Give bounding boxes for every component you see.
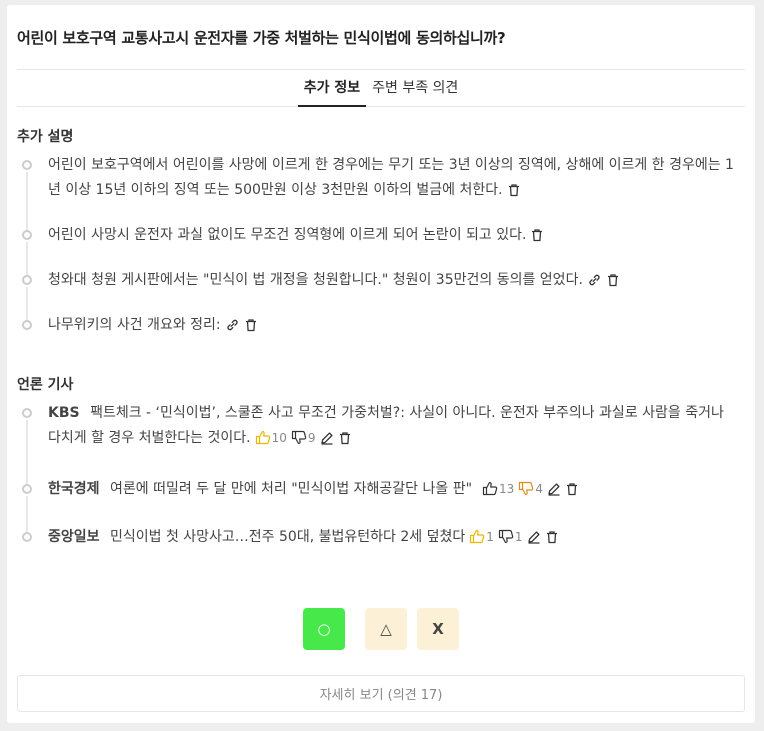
list-item: 나무위키의 사건 개요와 정리: xyxy=(17,313,735,343)
pencil-icon[interactable] xyxy=(547,482,561,496)
question-card: 어린이 보호구역 교통사고시 운전자를 가중 처벌하는 민식이법에 동의하십니까… xyxy=(7,5,755,723)
vote-neutral-button[interactable]: △ xyxy=(365,608,407,650)
extra-item-text: 어린이 사망시 운전자 과실 없이도 무조건 징역형에 이르게 되어 논란이 되… xyxy=(48,227,527,243)
thumbs-down-icon[interactable] xyxy=(518,481,534,496)
news-source: KBS xyxy=(48,405,80,421)
thumbs-up-icon[interactable] xyxy=(482,481,498,496)
link-icon[interactable] xyxy=(225,318,240,332)
like-count: 1 xyxy=(486,530,494,544)
trash-icon[interactable] xyxy=(244,318,258,332)
trash-icon[interactable] xyxy=(545,530,559,544)
tab-extra-info[interactable]: 추가 정보 xyxy=(297,69,367,107)
extra-item-text: 나무위키의 사건 개요와 정리: xyxy=(48,317,221,333)
timeline-dot xyxy=(22,230,32,240)
list-item: 중앙일보 민식이법 첫 사망사고…전주 50대, 불법유턴하다 2세 덮쳤다 1 1 xyxy=(17,525,735,555)
trash-icon[interactable] xyxy=(530,228,544,242)
dislike-count: 4 xyxy=(535,482,543,496)
trash-icon[interactable] xyxy=(606,273,620,287)
extra-item-text: 어린이 보호구역에서 어린이를 사망에 이르게 한 경우에는 무기 또는 3년 … xyxy=(48,157,734,198)
timeline-dot xyxy=(22,532,32,542)
extra-section-title: 추가 설명 xyxy=(17,129,74,145)
thumbs-up-icon[interactable] xyxy=(469,529,485,544)
dislike-count: 1 xyxy=(514,530,523,544)
news-source: 한국경제 xyxy=(48,481,100,497)
list-item: 청와대 청원 게시판에서는 "민식이 법 개정을 청원합니다." 청원이 35만… xyxy=(17,268,735,325)
link-icon[interactable] xyxy=(587,273,602,287)
news-headline[interactable]: 민식이법 첫 사망사고…전주 50대, 불법유턴하다 2세 덮쳤다 xyxy=(110,529,465,545)
trash-icon[interactable] xyxy=(507,183,521,197)
vote-disagree-button[interactable]: X xyxy=(417,608,459,650)
news-section-title: 언론 기사 xyxy=(17,377,74,393)
list-item: 한국경제 여론에 떠밀려 두 달 만에 처리 "민식이법 자해공갈단 나올 판"… xyxy=(17,477,735,537)
news-timeline: KBS 팩트체크 - ‘민식이법’, 스쿨존 사고 무조건 가중처벌?: 사실이… xyxy=(17,401,735,555)
vote-agree-button[interactable]: ○ xyxy=(303,608,345,650)
question-title: 어린이 보호구역 교통사고시 운전자를 가중 처벌하는 민식이법에 동의하십니까… xyxy=(17,29,506,47)
pencil-icon[interactable] xyxy=(527,530,541,544)
like-count: 10 xyxy=(271,431,287,445)
news-headline[interactable]: 팩트체크 - ‘민식이법’, 스쿨존 사고 무조건 가중처벌?: 사실이 아니다… xyxy=(48,405,724,446)
news-source: 중앙일보 xyxy=(48,529,100,545)
timeline-dot xyxy=(22,484,32,494)
dislike-count: 9 xyxy=(307,431,316,445)
trash-icon[interactable] xyxy=(565,482,579,496)
timeline-dot xyxy=(22,408,32,418)
list-item: 어린이 사망시 운전자 과실 없이도 무조건 징역형에 이르게 되어 논란이 되… xyxy=(17,223,735,280)
news-headline[interactable]: 여론에 떠밀려 두 달 만에 처리 "민식이법 자해공갈단 나올 판" xyxy=(110,481,472,497)
trash-icon[interactable] xyxy=(338,431,352,445)
thumbs-down-icon[interactable] xyxy=(498,529,514,544)
vote-buttons: ○ △ X xyxy=(7,608,755,650)
like-count: 13 xyxy=(499,482,515,496)
thumbs-up-icon[interactable] xyxy=(255,430,271,445)
timeline-dot xyxy=(22,160,32,170)
tab-nearby-opinions[interactable]: 주변 부족 의견 xyxy=(366,69,464,107)
list-item: 어린이 보호구역에서 어린이를 사망에 이르게 한 경우에는 무기 또는 3년 … xyxy=(17,153,735,235)
list-item: KBS 팩트체크 - ‘민식이법’, 스쿨존 사고 무조건 가중처벌?: 사실이… xyxy=(17,401,735,489)
thumbs-down-icon[interactable] xyxy=(291,430,307,445)
pencil-icon[interactable] xyxy=(320,431,334,445)
view-more-button[interactable]: 자세히 보기 (의견 17) xyxy=(17,675,745,712)
tab-bar: 추가 정보 주변 부족 의견 xyxy=(17,69,745,107)
timeline-dot xyxy=(22,320,32,330)
timeline-dot xyxy=(22,275,32,285)
extra-timeline: 어린이 보호구역에서 어린이를 사망에 이르게 한 경우에는 무기 또는 3년 … xyxy=(17,153,735,343)
extra-item-text: 청와대 청원 게시판에서는 "민식이 법 개정을 청원합니다." 청원이 35만… xyxy=(48,272,583,288)
